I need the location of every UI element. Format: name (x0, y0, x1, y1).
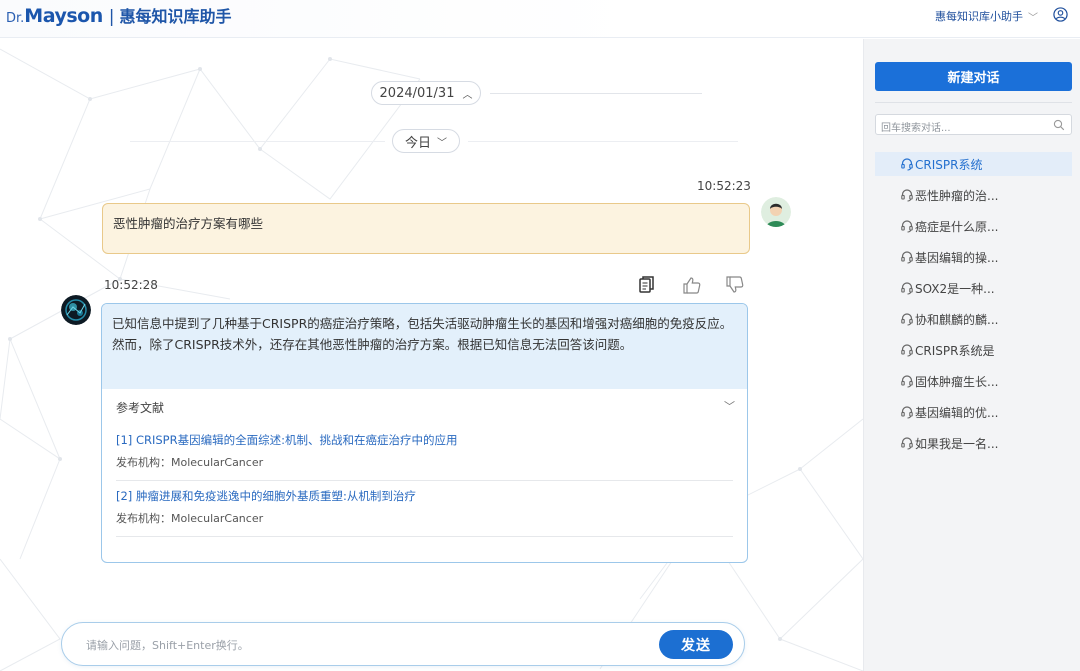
reference-item: [2] 肿瘤进展和免疫逃逸中的细胞外基质重塑:从机制到治疗 发布机构：Molec… (116, 481, 733, 537)
today-toggle[interactable]: 今日 ﹀ (392, 129, 460, 153)
assistant-selector-label: 惠每知识库小助手 (935, 10, 1023, 23)
user-message-bubble: 恶性肿瘤的治疗方案有哪些 (102, 203, 750, 254)
assistant-selector[interactable]: 惠每知识库小助手 ﹀ (935, 8, 1038, 24)
conversation-item[interactable]: 如果我是一名... (875, 431, 1072, 455)
references-header[interactable]: 参考文献 ﹀ (102, 389, 747, 425)
message-input[interactable]: 请输入问题，Shift+Enter换行。 发送 (61, 622, 745, 666)
headset-icon (901, 282, 913, 295)
chevron-down-icon: ﹀ (1028, 12, 1038, 24)
headset-icon (901, 313, 913, 326)
reference-publisher: 发布机构：MolecularCancer (116, 512, 264, 525)
reference-publisher: 发布机构：MolecularCancer (116, 456, 264, 469)
chevron-up-icon: ︿ (462, 89, 473, 101)
reference-item: [1] CRISPR基因编辑的全面综述:机制、挑战和在癌症治疗中的应用 发布机构… (116, 425, 733, 481)
user-account-icon[interactable] (1053, 7, 1068, 22)
conversation-label: 基因编辑的优... (915, 405, 999, 420)
conversation-item[interactable]: 基因编辑的优... (875, 400, 1072, 424)
chat-panel: 2024/01/31 ︿ 今日 ﹀ 10:52:23 恶性肿瘤的治疗方案有哪些 … (0, 39, 863, 671)
conversation-label: 恶性肿瘤的治... (915, 188, 999, 203)
conversation-label: CRISPR系统是 (915, 343, 995, 358)
conversation-item[interactable]: 基因编辑的操... (875, 245, 1072, 269)
message-input-placeholder: 请输入问题，Shift+Enter换行。 (86, 639, 249, 652)
conversation-label: 基因编辑的操... (915, 250, 999, 265)
conversation-label: SOX2是一种... (915, 281, 995, 296)
chevron-down-icon: ﹀ (724, 400, 735, 413)
sidebar-divider (875, 102, 1072, 103)
headset-icon (901, 437, 913, 450)
app-title: 惠每知识库助手 (119, 7, 232, 26)
conversation-item[interactable]: 癌症是什么原... (875, 214, 1072, 238)
date-divider (490, 93, 702, 94)
send-button[interactable]: 发送 (659, 630, 733, 659)
conversation-label: 癌症是什么原... (915, 219, 999, 234)
bot-message-time: 10:52:28 (104, 278, 158, 292)
logo-dr: Dr. (6, 11, 25, 26)
reference-link[interactable]: [2] 肿瘤进展和免疫逃逸中的细胞外基质重塑:从机制到治疗 (116, 487, 733, 505)
search-icon[interactable] (1053, 119, 1065, 131)
headset-icon (901, 220, 913, 233)
conversation-sidebar: 新建对话 回车搜索对话... CRISPR系统 恶性肿瘤的治... 癌症是什么原… (863, 39, 1080, 671)
conversation-item[interactable]: 固体肿瘤生长... (875, 369, 1072, 393)
logo-separator: | (108, 7, 115, 27)
conversation-item[interactable]: 协和麒麟的麟... (875, 307, 1072, 331)
bot-answer-text: 已知信息中提到了几种基于CRISPR的癌症治疗策略，包括失活驱动肿瘤生长的基因和… (102, 304, 747, 389)
conversation-label: 固体肿瘤生长... (915, 374, 999, 389)
chevron-down-icon: ﹀ (437, 137, 447, 149)
headset-icon (901, 406, 913, 419)
user-avatar (761, 197, 791, 227)
logo[interactable]: Dr. Mayson | 惠每知识库助手 (6, 3, 231, 27)
conversation-label: 如果我是一名... (915, 436, 999, 451)
headset-icon (901, 189, 913, 202)
logo-mayson: Mayson (24, 5, 103, 27)
references-label: 参考文献 (116, 401, 165, 415)
conversation-search-input[interactable]: 回车搜索对话... (875, 114, 1072, 135)
date-label: 2024/01/31 (379, 85, 455, 101)
user-message-time: 10:52:23 (697, 179, 751, 193)
thumbs-down-icon[interactable] (724, 274, 746, 296)
copy-icon[interactable] (636, 274, 658, 296)
conversation-item[interactable]: CRISPR系统是 (875, 338, 1072, 362)
app-header: Dr. Mayson | 惠每知识库助手 惠每知识库小助手 ﹀ (0, 0, 1080, 38)
conversation-item[interactable]: 恶性肿瘤的治... (875, 183, 1072, 207)
today-divider-left (130, 141, 385, 142)
conversation-item-crispr-system[interactable]: CRISPR系统 (875, 152, 1072, 176)
bot-avatar (61, 295, 91, 325)
today-divider-right (468, 141, 738, 142)
today-label: 今日 (404, 135, 431, 151)
headset-icon (901, 375, 913, 388)
new-chat-button[interactable]: 新建对话 (875, 62, 1072, 91)
conversation-item[interactable]: SOX2是一种... (875, 276, 1072, 300)
headset-icon (901, 251, 913, 264)
search-placeholder: 回车搜索对话... (881, 123, 951, 134)
bot-message-bubble: 已知信息中提到了几种基于CRISPR的癌症治疗策略，包括失活驱动肿瘤生长的基因和… (101, 303, 748, 563)
headset-icon (901, 158, 913, 171)
conversation-label: CRISPR系统 (915, 157, 983, 172)
date-toggle[interactable]: 2024/01/31 ︿ (371, 81, 481, 105)
headset-icon (901, 344, 913, 357)
conversation-label: 协和麒麟的麟... (915, 312, 999, 327)
thumbs-up-icon[interactable] (681, 274, 703, 296)
reference-link[interactable]: [1] CRISPR基因编辑的全面综述:机制、挑战和在癌症治疗中的应用 (116, 431, 733, 449)
